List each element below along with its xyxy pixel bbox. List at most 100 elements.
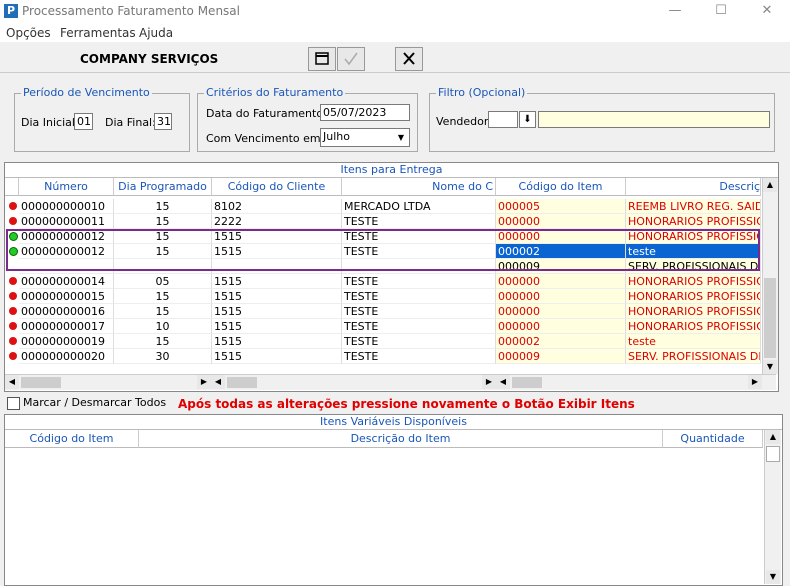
cell-codigo[interactable]: 000000 [496,274,626,289]
cell-numero[interactable]: 000000000010 [19,199,114,214]
cell-cliente[interactable]: 1515 [212,349,342,364]
cell-cliente[interactable]: 1515 [212,274,342,289]
cell-descricao[interactable]: teste [626,244,761,259]
cell-numero[interactable]: 000000000014 [19,274,114,289]
table-row[interactable]: 000000000010 15 8102 MERCADO LTDA 000005 REEM… [5,199,761,214]
cell-numero[interactable]: 000000000012 [19,229,114,244]
table-row[interactable]: 000000000020 30 1515 TESTE 000009 SERV. PROFI… [5,349,761,364]
hscroll-thumb-2[interactable] [227,377,257,388]
vencimento-select[interactable]: Julho ▼ [320,128,410,147]
table-row[interactable]: 000000000014 05 1515 TESTE 000000 HONORARIOS … [5,274,761,289]
download-arrow-icon[interactable]: ⬇ [519,111,536,128]
scroll-down-icon[interactable]: ▼ [766,570,780,584]
vertical-scrollbar-2[interactable]: ▲ ▼ [764,430,781,584]
data-faturamento-input[interactable]: 05/07/2023 [320,104,410,121]
cell-descricao[interactable]: HONORARIOS PROFISSION [626,304,761,319]
cell-descricao[interactable]: teste [626,334,761,349]
cell-descricao[interactable]: HONORARIOS PROFISSION [626,229,761,244]
scroll-up-icon[interactable]: ▲ [766,430,780,444]
cell-descricao[interactable]: SERV. PROFISSIONAIS DIV [626,259,761,274]
header-nome-cliente[interactable]: Nome do C [342,178,496,196]
cell-dia[interactable]: 15 [114,289,212,304]
hscroll-1[interactable]: ◀ ▶ [5,374,211,390]
header-codigo-item[interactable]: Código do Item [496,178,626,196]
cell-cliente[interactable]: 1515 [212,319,342,334]
hscroll-thumb-1[interactable] [21,377,61,388]
cell-numero[interactable]: 000000000017 [19,319,114,334]
cell-numero[interactable]: 000000000020 [19,349,114,364]
cell-nome[interactable]: TESTE [342,319,496,334]
window-view-button[interactable] [308,47,336,71]
header-numero[interactable]: Número [19,178,114,196]
cell-numero[interactable]: 000000000011 [19,214,114,229]
chevron-down-icon[interactable]: ▼ [393,129,409,146]
header-codigo-item-var[interactable]: Código do Item [5,430,139,448]
cell-cliente[interactable]: 2222 [212,214,342,229]
cell-numero[interactable]: 000000000012 [19,244,114,259]
cell-nome[interactable]: TESTE [342,349,496,364]
cell-cliente[interactable]: 1515 [212,289,342,304]
hscroll-3[interactable]: ◀ ▶ [496,374,776,390]
scroll-right-icon[interactable]: ▶ [482,375,496,389]
table-row[interactable]: 000000000011 15 2222 TESTE 000000 HONORARIOS … [5,214,761,229]
cell-cliente[interactable]: 1515 [212,244,342,259]
cell-codigo[interactable]: 000002 [496,244,626,259]
close-window-button[interactable]: ✕ [744,0,790,24]
cell-cliente[interactable]: 1515 [212,229,342,244]
cell-nome[interactable]: TESTE [342,274,496,289]
scroll-right-icon[interactable]: ▶ [748,375,762,389]
cell-dia[interactable]: 15 [114,304,212,319]
scroll-left-icon[interactable]: ◀ [211,375,225,389]
cell-codigo[interactable]: 000002 [496,334,626,349]
cell-codigo[interactable]: 000009 [496,349,626,364]
scroll-thumb-2[interactable] [766,446,780,462]
scroll-thumb[interactable] [764,278,776,358]
cell-codigo[interactable]: 000000 [496,304,626,319]
cell-dia[interactable] [114,259,212,274]
cell-nome[interactable]: TESTE [342,229,496,244]
marcar-checkbox[interactable] [7,397,20,410]
header-descricao-item-var[interactable]: Descrição do Item [139,430,663,448]
header-descricao[interactable]: Descriç [626,178,761,196]
cell-descricao[interactable]: SERV. PROFISSIONAIS DIV [626,349,761,364]
scroll-up-icon[interactable]: ▲ [763,178,777,192]
cell-nome[interactable]: TESTE [342,244,496,259]
cell-cliente[interactable]: 8102 [212,199,342,214]
header-quantidade[interactable]: Quantidade [663,430,763,448]
cell-descricao[interactable]: HONORARIOS PROFISSION [626,214,761,229]
menu-opcoes[interactable]: Opções [6,26,51,40]
menu-ajuda[interactable]: Ajuda [139,26,173,40]
cell-codigo[interactable]: 000009 [496,259,626,274]
cell-nome[interactable]: TESTE [342,334,496,349]
table-row[interactable]: 000000000015 15 1515 TESTE 000000 HONORARIOS … [5,289,761,304]
cell-descricao[interactable]: HONORARIOS PROFISSION [626,289,761,304]
cell-nome[interactable] [342,259,496,274]
cell-codigo[interactable]: 000000 [496,319,626,334]
cell-codigo[interactable]: 000000 [496,289,626,304]
table-row[interactable]: 000000000019 15 1515 TESTE 000002 teste [5,334,761,349]
header-dia-programado[interactable]: Dia Programado [114,178,212,196]
cell-numero[interactable] [19,259,114,274]
cell-descricao[interactable]: REEMB LIVRO REG. SAIDAS [626,199,761,214]
cell-dia[interactable]: 15 [114,214,212,229]
hscroll-thumb-3[interactable] [512,377,542,388]
menu-ferramentas[interactable]: Ferramentas [60,26,136,40]
table-row[interactable]: 000009 SERV. PROFISSIONAIS DIV [5,259,761,274]
minimize-button[interactable]: — [652,0,698,24]
scroll-left-icon[interactable]: ◀ [496,375,510,389]
cancel-button[interactable] [395,47,423,71]
cell-dia[interactable]: 15 [114,244,212,259]
cell-descricao[interactable]: HONORARIOS PROFISSION [626,319,761,334]
cell-codigo[interactable]: 000000 [496,229,626,244]
maximize-button[interactable]: ☐ [698,0,744,24]
cell-dia[interactable]: 15 [114,334,212,349]
cell-nome[interactable]: MERCADO LTDA [342,199,496,214]
cell-dia[interactable]: 05 [114,274,212,289]
cell-numero[interactable]: 000000000019 [19,334,114,349]
cell-codigo[interactable]: 000000 [496,214,626,229]
cell-descricao[interactable]: HONORARIOS PROFISSION [626,274,761,289]
table-row[interactable]: 000000000012 15 1515 TESTE 000000 HONORARIOS … [5,229,761,244]
cell-nome[interactable]: TESTE [342,289,496,304]
dia-inicial-input[interactable]: 01 [74,113,93,130]
scroll-right-icon[interactable]: ▶ [197,375,211,389]
